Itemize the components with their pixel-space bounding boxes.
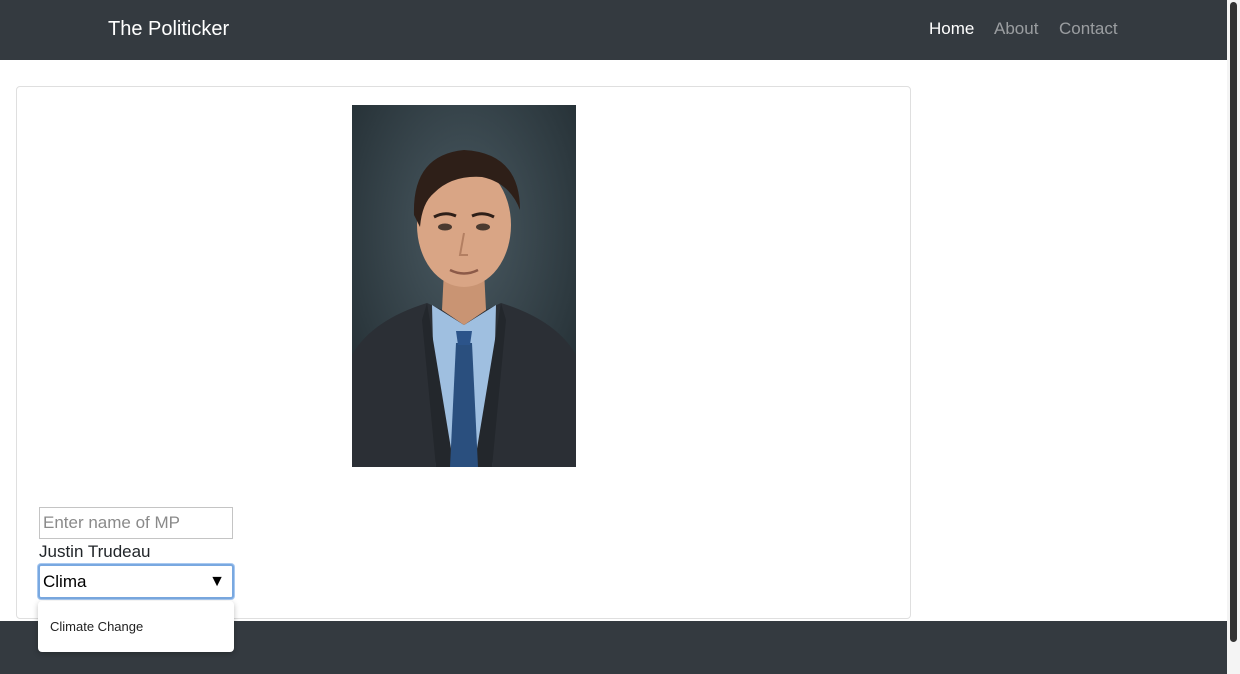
topic-select[interactable]: Clima ▼ (38, 564, 234, 599)
brand-title[interactable]: The Politicker (108, 16, 229, 42)
topic-select-value: Clima (43, 572, 87, 591)
nav-link-about[interactable]: About (994, 18, 1038, 40)
nav-link-home[interactable]: Home (929, 18, 974, 40)
dropdown-option-climate-change[interactable]: Climate Change (50, 619, 143, 635)
mp-search-input[interactable] (39, 507, 233, 539)
nav-link-contact[interactable]: Contact (1059, 18, 1118, 40)
mp-name-label: Justin Trudeau (39, 542, 151, 561)
mp-portrait-photo (352, 105, 576, 467)
topic-dropdown-menu: Climate Change (38, 601, 234, 652)
scrollbar-thumb[interactable] (1230, 2, 1237, 642)
top-navbar: The Politicker Home About Contact (0, 0, 1240, 60)
caret-down-icon: ▼ (209, 573, 225, 590)
